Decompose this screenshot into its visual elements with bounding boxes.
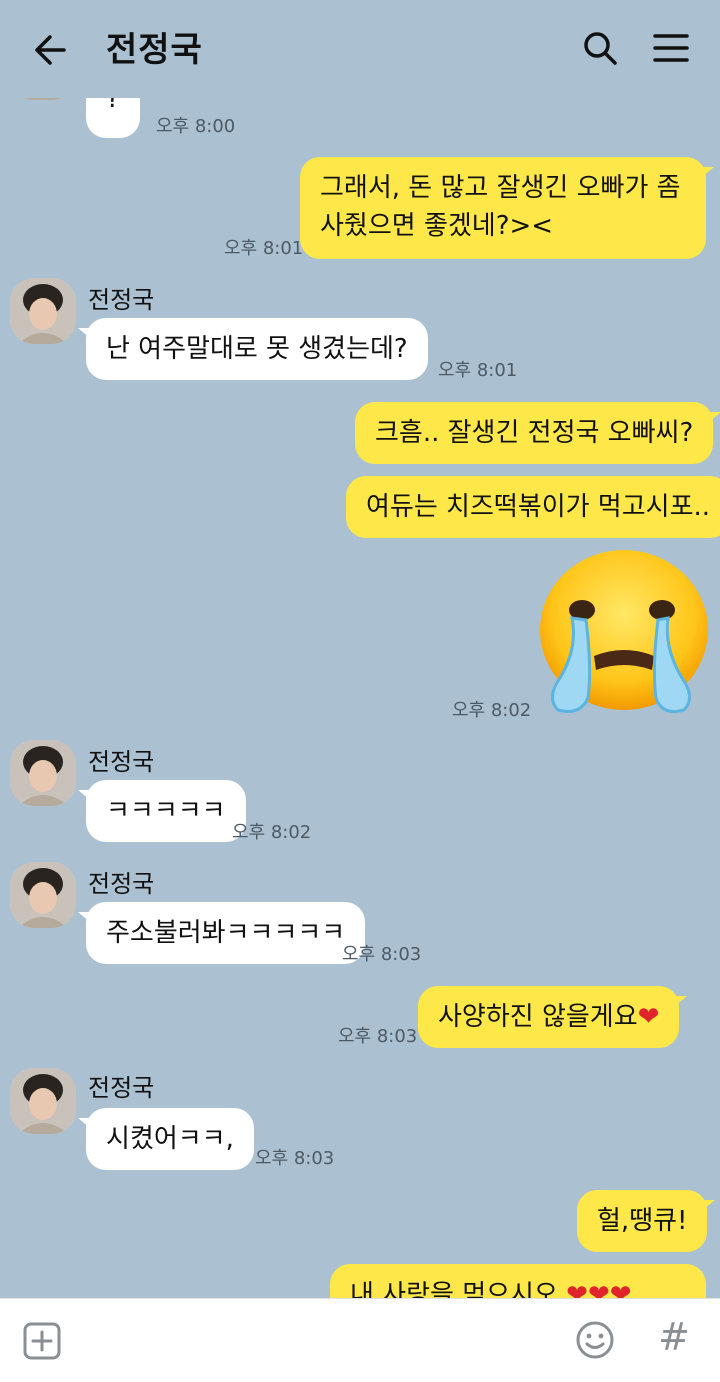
message-time: 오후 8:03 [338, 1026, 418, 1047]
heart-emoji: ❤❤❤ [566, 1280, 632, 1298]
hashtag-search-button[interactable]: # [654, 1315, 694, 1363]
message-text-line: 사줬으면 좋겠네?>< [320, 211, 554, 241]
search-icon [584, 32, 617, 65]
message-text: ㅋㅋㅋㅋㅋ [106, 796, 226, 826]
message-time: 오후 8:02 [232, 822, 312, 843]
sender-name: 전정국 [88, 870, 155, 898]
message-bubble-outgoing[interactable]: 헐,땡큐! [577, 1190, 716, 1252]
emoticon-button[interactable] [574, 1319, 616, 1361]
arrow-left-icon [35, 35, 66, 65]
avatar[interactable] [10, 1068, 76, 1134]
message-bubble-incoming[interactable]: 난 여주말대로 못 생겼는데? [78, 318, 428, 380]
message-bubble-incoming[interactable]: 시켰어ㅋㅋ, [78, 1108, 254, 1170]
chat-header: 전정국 [0, 0, 720, 98]
message-text: 헐,땡큐! [597, 1206, 688, 1236]
message-text: 난 여주말대로 못 생겼는데? [106, 334, 408, 364]
plus-square-icon [23, 1322, 61, 1360]
message-bubble-outgoing[interactable]: 크흠.. 잘생긴 전정국 오빠씨? [355, 402, 720, 464]
add-attachment-button[interactable] [22, 1321, 62, 1361]
message-bubble-incoming[interactable]: ㅋㅋㅋㅋㅋ [78, 780, 246, 842]
message-text: 내 사랑을 먹으시오 [350, 1280, 567, 1298]
menu-button[interactable] [650, 28, 692, 68]
message-bubble-outgoing[interactable]: 그래서, 돈 많고 잘생긴 오빠가 좀 사줬으면 좋겠네?>< [300, 157, 714, 259]
message-time: 오후 8:01 [438, 360, 518, 381]
crying-face-sticker[interactable] [536, 548, 708, 718]
smiley-icon [576, 1321, 614, 1359]
message-time: 오후 8:03 [255, 1148, 335, 1169]
avatar[interactable] [10, 740, 76, 806]
message-time: 오후 8:01 [224, 238, 304, 259]
hamburger-menu-icon [653, 34, 689, 62]
message-text: 여듀는 치즈떡볶이가 먹고시포.. [366, 492, 711, 522]
message-bubble-incoming[interactable]: 주소불러봐ㅋㅋㅋㅋㅋ [77, 902, 366, 964]
sender-name: 전정국 [88, 286, 155, 314]
input-bar: # [0, 1298, 720, 1382]
message-text: 주소불러봐ㅋㅋㅋㅋㅋ [106, 918, 346, 948]
message-bubble-outgoing[interactable]: 사양하진 않을게요❤ [418, 986, 688, 1048]
avatar[interactable] [10, 278, 76, 344]
message-text: 사양하진 않을게요 [438, 1002, 638, 1032]
heart-emoji: ❤ [637, 1002, 660, 1032]
chat-area[interactable]: ? 오후 8:00 그래서, 돈 많고 잘생긴 오빠가 좀 사줬으면 좋겠네?>… [0, 0, 720, 1298]
search-button[interactable] [580, 28, 620, 68]
avatar[interactable] [10, 862, 76, 928]
sender-name: 전정국 [88, 1074, 155, 1102]
message-text: 시켰어ㅋㅋ, [106, 1124, 234, 1154]
message-bubble-outgoing[interactable]: 내 사랑을 먹으시오 ❤❤❤ [330, 1264, 706, 1298]
message-time: 오후 8:03 [342, 944, 422, 965]
chat-title: 전정국 [106, 30, 203, 70]
message-bubble-outgoing[interactable]: 여듀는 치즈떡볶이가 먹고시포.. [346, 476, 720, 538]
message-time: 오후 8:02 [452, 700, 532, 721]
message-time: 오후 8:00 [156, 116, 236, 137]
back-button[interactable] [30, 30, 70, 70]
message-text-line: 그래서, 돈 많고 잘생긴 오빠가 좀 [320, 173, 681, 203]
sender-name: 전정국 [88, 748, 155, 776]
message-text: 크흠.. 잘생긴 전정국 오빠씨? [375, 418, 694, 448]
